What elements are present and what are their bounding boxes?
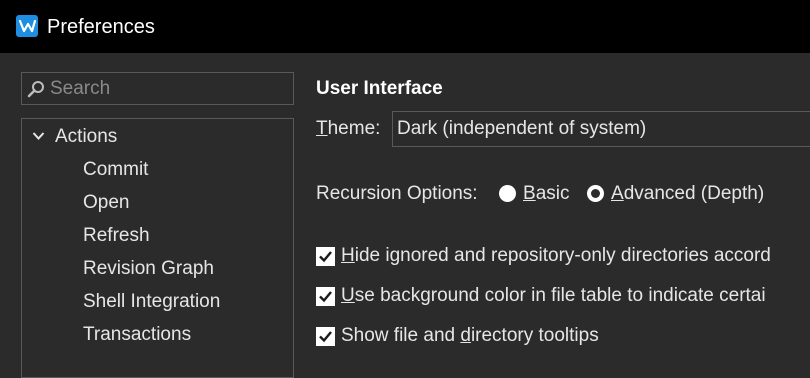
search-icon <box>27 81 44 98</box>
tree-item-refresh[interactable]: Refresh <box>83 221 150 251</box>
tree-item-open[interactable]: Open <box>83 188 129 218</box>
tree-item-transactions[interactable]: Transactions <box>83 320 191 350</box>
hide-ignored-checkbox[interactable] <box>316 247 335 266</box>
radio-advanced-label[interactable]: Advanced (Depth) <box>611 181 764 207</box>
section-title: User Interface <box>316 78 443 99</box>
theme-select[interactable]: Dark (independent of system) <box>392 111 810 147</box>
use-background-color-label[interactable]: Use background color in file table to in… <box>341 283 766 309</box>
radio-advanced-depth[interactable] <box>587 185 604 202</box>
theme-select-value: Dark (independent of system) <box>397 118 647 139</box>
show-tooltips-checkbox[interactable] <box>316 327 335 346</box>
checkmark-icon <box>319 251 332 263</box>
show-tooltips-label[interactable]: Show file and directory tooltips <box>341 323 599 349</box>
tree-group-actions[interactable]: Actions <box>22 122 293 152</box>
chevron-down-icon <box>32 132 45 140</box>
tree-item-commit[interactable]: Commit <box>83 155 148 185</box>
tree-item-shell-integration[interactable]: Shell Integration <box>83 287 220 317</box>
title-bar: Preferences <box>0 0 810 53</box>
radio-basic-label[interactable]: Basic <box>523 181 569 207</box>
tree-item-revision-graph[interactable]: Revision Graph <box>83 254 214 284</box>
radio-basic[interactable] <box>499 185 516 202</box>
use-background-color-checkbox[interactable] <box>316 287 335 306</box>
checkmark-icon <box>319 291 332 303</box>
hide-ignored-label[interactable]: Hide ignored and repository-only directo… <box>341 243 771 269</box>
search-input[interactable] <box>50 76 285 101</box>
app-logo-icon <box>16 15 38 37</box>
checkmark-icon <box>319 331 332 343</box>
recursion-options-label: Recursion Options: <box>316 183 478 204</box>
search-box[interactable] <box>21 72 294 105</box>
theme-label: Theme: <box>316 118 381 139</box>
tree-group-label: Actions <box>55 126 118 147</box>
window-title: Preferences <box>47 16 155 38</box>
preferences-tree[interactable]: Actions Commit Open Refresh Revision Gra… <box>21 118 294 378</box>
